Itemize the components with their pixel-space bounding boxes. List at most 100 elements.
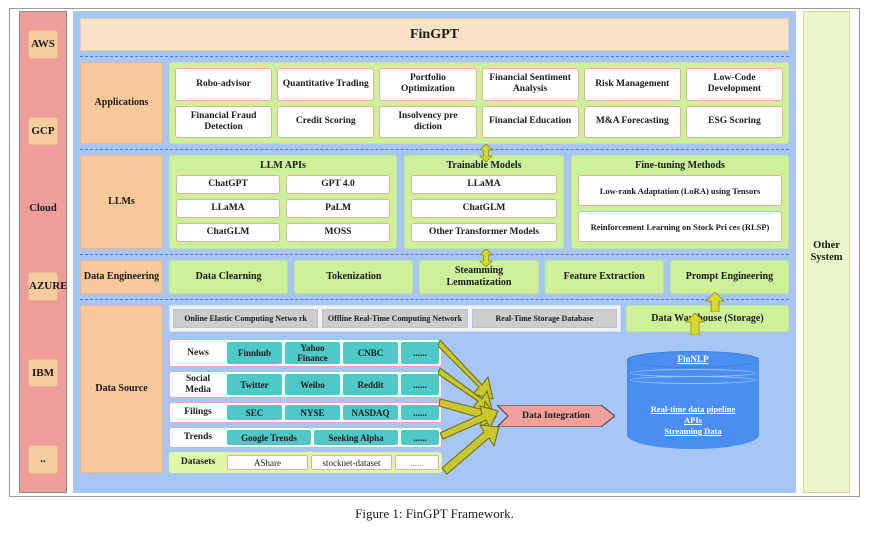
llm-group-trainable: Trainable Models LLaMA ChatGLM Other Tra…: [404, 155, 564, 249]
cloud-item-more: ..: [28, 445, 58, 474]
divider-title-applications: [80, 56, 789, 57]
data-integration-arrow: Data Integration: [497, 405, 615, 427]
cloud-item-ibm-label: IBM: [32, 366, 54, 379]
datastore-line-apis: APIs: [684, 415, 702, 425]
infra-online-elastic-computing-network[interactable]: Online Elastic Computing Netwo rk: [173, 309, 319, 328]
data-source-body: Online Elastic Computing Netwo rk Offlin…: [169, 305, 789, 475]
llm-api-chatgpt[interactable]: ChatGPT: [176, 175, 280, 194]
source-name-social-media: Social Media: [185, 374, 211, 395]
source-trends-more[interactable]: ......: [401, 430, 439, 445]
datastore-lines: Real-time data pipeline APIs Streaming D…: [627, 404, 759, 437]
cloud-item-aws-label: AWS: [31, 38, 55, 50]
llm-api-gpt4[interactable]: GPT 4.0: [286, 175, 390, 194]
de-feature-extraction[interactable]: Feature Extraction: [544, 260, 664, 294]
figure-root: AWS GCP Cloud AZURE IBM .. Other System …: [0, 0, 869, 539]
llm-trainable-grid: LLaMA ChatGLM Other Transformer Models: [411, 175, 557, 242]
framework-canvas: FinGPT Applications Robo-advisor Quantit…: [73, 11, 796, 493]
llm-trainable-col-1: LLaMA ChatGLM Other Transformer Models: [411, 175, 557, 242]
finetune-rlsp[interactable]: Reinforcement Learning on Stock Pri ces …: [578, 211, 782, 242]
app-esg-scoring[interactable]: ESG Scoring: [685, 105, 784, 138]
cloud-item-aws: AWS: [28, 30, 58, 59]
infra-offline-realtime-computing-network[interactable]: Offline Real-Time Computing Network: [322, 309, 468, 328]
applications-panel: Robo-advisor Quantitative Trading Portfo…: [169, 62, 789, 144]
source-news-yahoo-finance[interactable]: Yahoo Finance: [285, 342, 340, 364]
source-social-twitter[interactable]: Twitter: [227, 374, 282, 395]
other-system-panel: Other System: [803, 11, 850, 493]
llm-group-finetuning-title: Fine-tuning Methods: [635, 160, 725, 171]
source-items-news: Finnhub Yahoo Finance CNBC ......: [227, 342, 439, 364]
source-filings-sec[interactable]: SEC: [227, 405, 282, 420]
framework-title-label: FinGPT: [409, 26, 459, 42]
trainable-llama[interactable]: LLaMA: [411, 175, 557, 194]
source-name-datasets: Datasets: [180, 457, 216, 468]
source-filings-more[interactable]: ......: [401, 405, 439, 420]
llm-api-llama[interactable]: LLaMA: [176, 199, 280, 218]
source-news-more[interactable]: ......: [401, 342, 439, 364]
llm-finetuning-col-1: Low-rank Adaptation (LoRA) using Tensors…: [578, 175, 782, 242]
app-ma-forecasting[interactable]: M&A Forecasting: [583, 105, 681, 138]
other-system-label: Other System: [810, 239, 843, 264]
layer-label-data-engineering: Data Engineering: [80, 260, 163, 294]
app-financial-fraud-detection[interactable]: Financial Fraud Detection: [175, 105, 273, 138]
source-social-weibo[interactable]: Weibo: [285, 374, 340, 395]
source-datasets-stocknet[interactable]: stocknet-dataset: [311, 455, 392, 470]
source-datasets-ashare[interactable]: AShare: [227, 455, 308, 470]
source-name-trends: Trends: [183, 432, 213, 443]
llms-body: LLM APIs ChatGPT LLaMA ChatGLM GPT 4.0 P…: [169, 155, 789, 249]
trainable-other-transformer-models[interactable]: Other Transformer Models: [411, 223, 557, 242]
llm-apis-grid: ChatGPT LLaMA ChatGLM GPT 4.0 PaLM MOSS: [176, 175, 390, 242]
cloud-item-ibm: IBM: [28, 358, 58, 388]
app-quantitative-trading[interactable]: Quantitative Trading: [277, 68, 375, 101]
divider-applications-llms: [80, 149, 789, 150]
app-insolvency-prediction[interactable]: Insolvency pre diction: [379, 105, 477, 138]
llm-apis-col-2: GPT 4.0 PaLM MOSS: [286, 175, 390, 242]
app-risk-management[interactable]: Risk Management: [583, 68, 681, 101]
finnlp-datastore: FinNLP Real-time data pipeline APIs Stre…: [627, 349, 759, 459]
app-financial-education[interactable]: Financial Education: [481, 105, 579, 138]
layer-label-applications: Applications: [80, 62, 163, 144]
cloud-item-azure: AZURE: [28, 272, 68, 301]
source-items-social-media: Twitter Weibo Reddit ......: [227, 374, 439, 395]
de-prompt-engineering[interactable]: Prompt Engineering: [669, 260, 790, 294]
layer-applications: Applications Robo-advisor Quantitative T…: [80, 62, 789, 144]
app-financial-sentiment-analysis[interactable]: Financial Sentiment Analysis: [481, 68, 579, 101]
source-news-finnhub[interactable]: Finnhub: [227, 342, 282, 364]
trainable-chatglm[interactable]: ChatGLM: [411, 199, 557, 218]
layer-label-llms: LLMs: [80, 155, 163, 249]
source-filings-nasdaq[interactable]: NASDAQ: [343, 405, 398, 420]
source-trends-google-trends[interactable]: Google Trends: [227, 430, 311, 445]
layer-label-data-source: Data Source: [80, 305, 163, 473]
cloud-item-more-label: ..: [40, 453, 46, 466]
llm-api-palm[interactable]: PaLM: [286, 199, 390, 218]
source-row-social-media: Social Media Twitter Weibo Reddit ......: [169, 371, 442, 398]
source-social-reddit[interactable]: Reddit: [343, 374, 398, 395]
data-source-table: News Finnhub Yahoo Finance CNBC ...... S…: [169, 337, 442, 473]
figure-caption: Figure 1: FinGPT Framework.: [355, 506, 514, 521]
applications-row-1: Robo-advisor Quantitative Trading Portfo…: [175, 68, 784, 101]
arrow-llms-data-engineering: [479, 249, 493, 267]
app-credit-scoring[interactable]: Credit Scoring: [277, 105, 375, 138]
app-low-code-development[interactable]: Low-Code Development: [685, 68, 784, 101]
layer-llms: LLMs LLM APIs ChatGPT LLaMA ChatGLM GPT …: [80, 155, 789, 249]
source-social-more[interactable]: ......: [401, 374, 439, 395]
llm-apis-col-1: ChatGPT LLaMA ChatGLM: [176, 175, 280, 242]
finetune-lora[interactable]: Low-rank Adaptation (LoRA) using Tensors: [578, 175, 782, 206]
cloud-item-azure-label: AZURE: [29, 280, 68, 293]
app-portfolio-optimization[interactable]: Portfolio Optimization: [379, 68, 477, 101]
source-news-cnbc[interactable]: CNBC: [343, 342, 398, 364]
source-row-news: News Finnhub Yahoo Finance CNBC ......: [169, 339, 442, 367]
llm-group-apis-title: LLM APIs: [260, 160, 306, 171]
source-filings-nyse[interactable]: NYSE: [285, 405, 340, 420]
infra-realtime-storage-database[interactable]: Real-Time Storage Database: [471, 309, 617, 328]
layer-data-source: Data Source Online Elastic Computing Net…: [80, 305, 789, 475]
app-robo-advisor[interactable]: Robo-advisor: [175, 68, 273, 101]
llm-group-apis: LLM APIs ChatGPT LLaMA ChatGLM GPT 4.0 P…: [169, 155, 397, 249]
divider-dataeng-datasource: [80, 299, 789, 300]
de-data-clearning[interactable]: Data Clearning: [169, 260, 289, 294]
llm-api-moss[interactable]: MOSS: [286, 223, 390, 242]
source-datasets-more[interactable]: ......: [395, 455, 439, 470]
de-tokenization[interactable]: Tokenization: [294, 260, 414, 294]
datastore-line-pipeline: Real-time data pipeline: [650, 404, 736, 414]
llm-api-chatglm[interactable]: ChatGLM: [176, 223, 280, 242]
source-trends-seeking-alpha[interactable]: Seeking Alpha: [314, 430, 398, 445]
